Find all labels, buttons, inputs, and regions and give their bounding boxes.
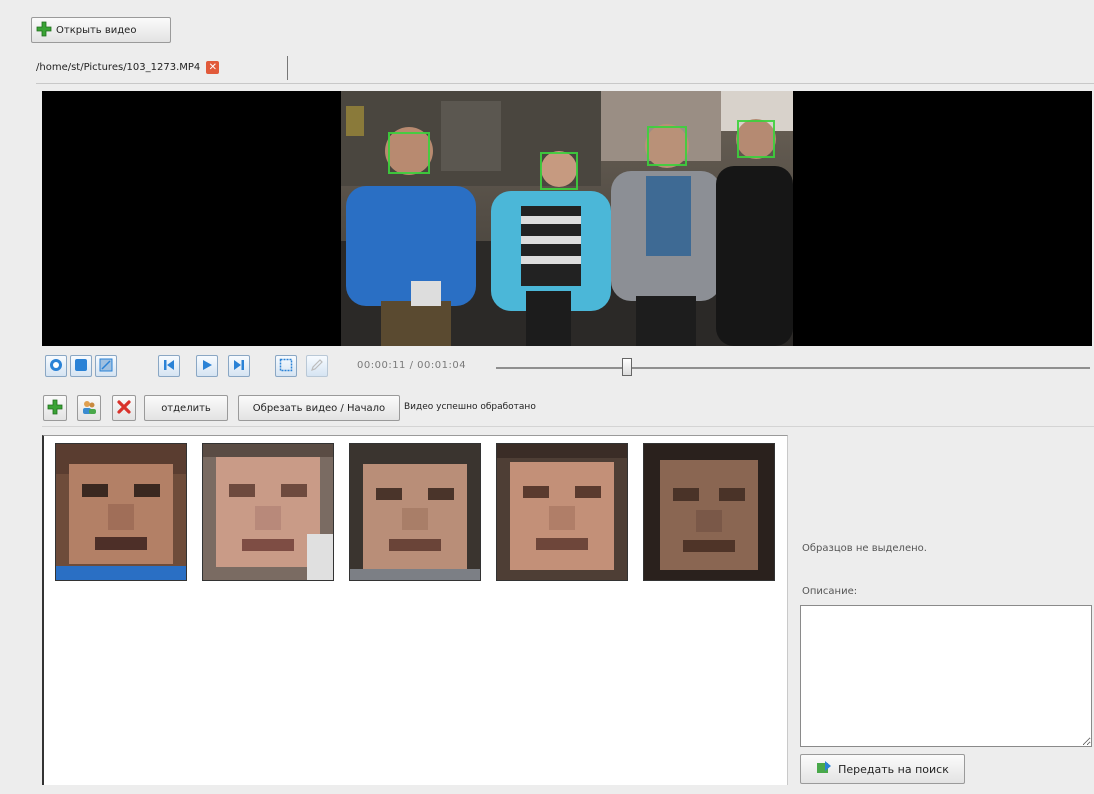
tab-filename: /home/st/Pictures/103_1273.MP4 [36, 61, 201, 73]
face-thumbnail[interactable] [497, 444, 627, 580]
users-icon [81, 399, 97, 418]
trim-video-button[interactable]: Обрезать видео / Начало [238, 395, 400, 421]
play-button[interactable] [196, 355, 218, 377]
description-field[interactable] [800, 605, 1092, 747]
description-label: Описание: [802, 586, 858, 597]
seek-bar[interactable] [496, 367, 1090, 369]
open-video-label: Открыть видео [56, 24, 137, 36]
person-button[interactable] [77, 395, 101, 421]
video-viewport[interactable] [42, 91, 1092, 346]
skip-forward-icon [232, 358, 246, 375]
select-region-icon [279, 358, 293, 375]
separate-button[interactable]: отделить [144, 395, 228, 421]
fit-screen-button[interactable] [95, 355, 117, 377]
tab-divider [287, 56, 288, 80]
close-tab-icon[interactable]: ✕ [206, 60, 220, 74]
status-text: Видео успешно обработано [404, 402, 536, 412]
seek-handle[interactable] [622, 358, 632, 376]
select-region-button[interactable] [275, 355, 297, 377]
pencil-icon [310, 358, 324, 375]
draw-button[interactable] [306, 355, 328, 377]
no-samples-text: Образцов не выделено. [802, 543, 927, 554]
refresh-button[interactable] [45, 355, 67, 377]
faces-panel[interactable] [42, 435, 788, 785]
send-search-icon [816, 760, 832, 779]
tab-video-file[interactable]: /home/st/Pictures/103_1273.MP4 ✕ [36, 54, 220, 80]
play-icon [200, 358, 214, 375]
skip-back-button[interactable] [158, 355, 180, 377]
send-to-search-button[interactable]: Передать на поиск [800, 754, 965, 784]
send-to-search-label: Передать на поиск [838, 762, 949, 776]
stop-button[interactable] [70, 355, 92, 377]
add-sample-button[interactable] [43, 395, 67, 421]
divider [42, 426, 1094, 427]
face-thumbnail[interactable] [56, 444, 186, 580]
skip-back-icon [162, 358, 176, 375]
open-video-button[interactable]: Открыть видео [31, 17, 171, 43]
green-plus-icon [36, 21, 52, 40]
time-display: 00:00:11 / 00:01:04 [357, 360, 467, 371]
tab-underline [36, 83, 1094, 84]
delete-button[interactable] [112, 395, 136, 421]
refresh-icon [49, 358, 63, 375]
fit-screen-icon [99, 358, 113, 375]
skip-forward-button[interactable] [228, 355, 250, 377]
stop-icon [74, 358, 88, 375]
face-thumbnail[interactable] [644, 444, 774, 580]
green-plus-icon [47, 399, 63, 418]
face-thumbnail[interactable] [203, 444, 333, 580]
video-frame [341, 91, 793, 346]
face-thumbnail[interactable] [350, 444, 480, 580]
red-x-icon [116, 399, 132, 418]
